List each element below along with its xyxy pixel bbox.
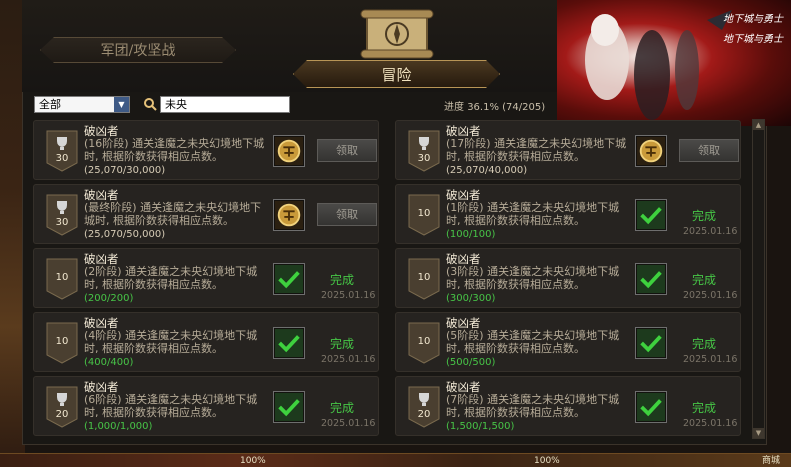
checkmark-icon [273,263,305,295]
achievement-card: 10 破凶者 (3阶段) 通关逢魔之未央幻境地下城时, 根据阶数获得相应点数。 … [395,248,741,308]
completion-date: 2025.01.16 [683,354,738,365]
achievement-progress: (25,070/40,000) [446,165,528,176]
achievement-progress: (1,000/1,000) [84,421,153,432]
achievement-progress: (300/300) [446,293,496,304]
achievement-progress: (400/400) [84,357,134,368]
shop-button[interactable]: 商城 [758,455,784,467]
tab-siege[interactable]: 军团/攻坚战 [40,37,236,63]
achievement-progress: (500/500) [446,357,496,368]
achievement-description: (1阶段) 通关逢魔之未央幻境地下城时, 根据阶数获得相应点数。 [446,201,620,227]
achievement-description: (7阶段) 通关逢魔之未央幻境地下城时, 根据阶数获得相应点数。 [446,393,620,419]
promo-banner[interactable]: 地下城与勇士 地下城与勇士 [557,0,791,126]
badge-points: 30 [55,153,69,164]
chevron-down-icon[interactable]: ▼ [114,97,129,112]
achievement-description: (16阶段) 通关逢魔之未央幻境地下城时, 根据阶数获得相应点数。 [84,137,265,163]
reward-emblem-icon[interactable] [273,135,305,167]
progress-label: 进度 [444,102,464,113]
hp-percent: 100% [240,456,266,466]
claim-button[interactable]: 领取 [317,203,377,226]
achievement-card: 10 破凶者 (5阶段) 通关逢魔之未央幻境地下城时, 根据阶数获得相应点数。 … [395,312,741,372]
completion-date: 2025.01.16 [683,418,738,429]
checkmark-icon [273,391,305,423]
progress-count: (74/205) [502,102,546,113]
complete-status: 完成 [692,401,717,415]
search-icon [144,98,157,111]
achievement-progress: (200/200) [84,293,134,304]
category-filter-select[interactable]: 全部 ▼ [34,96,130,113]
filter-selected-value: 全部 [39,98,61,111]
tab-adventure[interactable]: 冒险 [293,60,500,88]
badge-points: 30 [55,217,69,228]
badge-points: 10 [417,208,431,219]
rank-badge-icon [408,130,440,172]
progress-percent: 36.1% [467,102,499,113]
rank-badge-icon [46,386,78,428]
reward-emblem-icon[interactable] [635,135,667,167]
achievement-card: 30 破凶者 (16阶段) 通关逢魔之未央幻境地下城时, 根据阶数获得相应点数。… [33,120,379,180]
reward-emblem-icon[interactable] [273,199,305,231]
completion-date: 2025.01.16 [321,354,376,365]
complete-status: 完成 [692,209,717,223]
completion-date: 2025.01.16 [321,418,376,429]
achievement-description: (17阶段) 通关逢魔之未央幻境地下城时, 根据阶数获得相应点数。 [446,137,627,163]
scroll-down-icon[interactable]: ▼ [753,428,764,438]
scroll-compass-icon [360,9,434,59]
completion-date: 2025.01.16 [321,290,376,301]
achievement-description: (3阶段) 通关逢魔之未央幻境地下城时, 根据阶数获得相应点数。 [446,265,620,291]
achievement-card: 20 破凶者 (7阶段) 通关逢魔之未央幻境地下城时, 根据阶数获得相应点数。 … [395,376,741,436]
mp-percent: 100% [534,456,560,466]
complete-status: 完成 [330,273,355,287]
achievement-progress: (100/100) [446,229,496,240]
achievement-card: 30 破凶者 (17阶段) 通关逢魔之未央幻境地下城时, 根据阶数获得相应点数。… [395,120,741,180]
achievement-card: 10 破凶者 (1阶段) 通关逢魔之未央幻境地下城时, 根据阶数获得相应点数。 … [395,184,741,244]
achievement-card: 10 破凶者 (2阶段) 通关逢魔之未央幻境地下城时, 根据阶数获得相应点数。 … [33,248,379,308]
checkmark-icon [635,199,667,231]
list-scrollbar[interactable]: ▲ ▼ [752,119,765,439]
rank-badge-icon [46,194,78,236]
complete-status: 完成 [692,337,717,351]
bottom-bar [0,453,791,467]
complete-status: 完成 [330,337,355,351]
achievement-description: (最终阶段) 通关逢魔之未央幻境地下城时, 根据阶数获得相应点数。 [84,201,262,227]
game-logo-bottom: 地下城与勇士 [723,34,783,45]
badge-points: 10 [55,336,69,347]
checkmark-icon [273,327,305,359]
achievement-progress: (25,070/50,000) [84,229,166,240]
claim-button[interactable]: 领取 [679,139,739,162]
checkmark-icon [635,263,667,295]
achievement-progress: (25,070/30,000) [84,165,166,176]
rank-badge-icon [46,130,78,172]
achievement-card: 20 破凶者 (6阶段) 通关逢魔之未央幻境地下城时, 根据阶数获得相应点数。 … [33,376,379,436]
game-logo-top: 地下城与勇士 [723,14,783,25]
badge-points: 10 [417,272,431,283]
achievement-card: 30 破凶者 (最终阶段) 通关逢魔之未央幻境地下城时, 根据阶数获得相应点数。… [33,184,379,244]
search-input[interactable]: 未央 [160,96,290,113]
complete-status: 完成 [692,273,717,287]
achievement-description: (6阶段) 通关逢魔之未央幻境地下城时, 根据阶数获得相应点数。 [84,393,258,419]
achievement-card: 10 破凶者 (4阶段) 通关逢魔之未央幻境地下城时, 根据阶数获得相应点数。 … [33,312,379,372]
badge-points: 20 [55,409,69,420]
achievement-description: (5阶段) 通关逢魔之未央幻境地下城时, 根据阶数获得相应点数。 [446,329,620,355]
claim-button[interactable]: 领取 [317,139,377,162]
achievement-progress: (1,500/1,500) [446,421,515,432]
checkmark-icon [635,327,667,359]
badge-points: 10 [417,336,431,347]
scroll-up-icon[interactable]: ▲ [753,120,764,130]
progress-summary: 进度 36.1% (74/205) [444,98,545,113]
checkmark-icon [635,391,667,423]
complete-status: 完成 [330,401,355,415]
completion-date: 2025.01.16 [683,290,738,301]
completion-date: 2025.01.16 [683,226,738,237]
badge-points: 30 [417,153,431,164]
achievement-description: (4阶段) 通关逢魔之未央幻境地下城时, 根据阶数获得相应点数。 [84,329,258,355]
achievement-description: (2阶段) 通关逢魔之未央幻境地下城时, 根据阶数获得相应点数。 [84,265,258,291]
rank-badge-icon [408,386,440,428]
badge-points: 10 [55,272,69,283]
badge-points: 20 [417,409,431,420]
